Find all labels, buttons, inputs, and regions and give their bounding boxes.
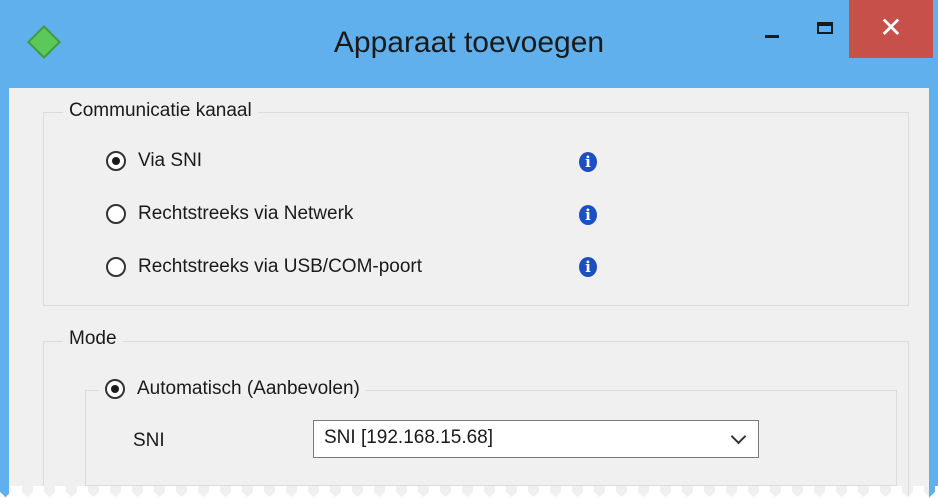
mode-group-label: Mode — [63, 328, 123, 350]
sni-select-value: SNI [192.168.15.68] — [324, 427, 494, 448]
chevron-down-icon — [730, 428, 747, 445]
radio-label-via-sni: Via SNI — [138, 150, 203, 171]
info-icon[interactable]: i — [579, 205, 597, 225]
close-button[interactable]: ✕ — [849, 0, 933, 58]
radio-button-via-sni[interactable] — [106, 151, 126, 171]
close-icon: ✕ — [879, 12, 903, 43]
radio-label-network: Rechtstreeks via Netwerk — [138, 203, 354, 224]
sni-select[interactable]: SNI [192.168.15.68] — [313, 420, 759, 458]
radio-option-usb-com[interactable]: Rechtstreeks via USB/COM-poort — [106, 256, 422, 278]
dialog-window: Apparaat toevoegen ✕ Communicatie kanaal… — [0, 0, 938, 498]
maximize-button[interactable] — [800, 0, 850, 60]
radio-button-usb-com[interactable] — [106, 257, 126, 277]
info-icon[interactable]: i — [579, 257, 597, 277]
radio-button-network[interactable] — [106, 204, 126, 224]
radio-option-network[interactable]: Rechtstreeks via Netwerk — [106, 203, 353, 225]
info-icon[interactable]: i — [579, 152, 597, 172]
radio-button-automatic[interactable] — [105, 379, 125, 399]
communication-channel-group-label: Communicatie kanaal — [63, 100, 258, 122]
radio-label-usb-com: Rechtstreeks via USB/COM-poort — [138, 256, 423, 277]
title-bar[interactable]: Apparaat toevoegen ✕ — [0, 0, 938, 88]
radio-option-via-sni[interactable]: Via SNI — [106, 150, 202, 172]
sni-label: SNI — [133, 430, 165, 451]
dialog-content: Communicatie kanaal Via SNI i Rechtstree… — [9, 88, 929, 498]
radio-label-automatic: Automatisch (Aanbevolen) — [137, 378, 360, 399]
radio-option-automatic[interactable]: Automatisch (Aanbevolen) — [99, 378, 366, 400]
torn-edge-decoration — [0, 486, 938, 498]
minimize-button[interactable] — [748, 0, 798, 60]
